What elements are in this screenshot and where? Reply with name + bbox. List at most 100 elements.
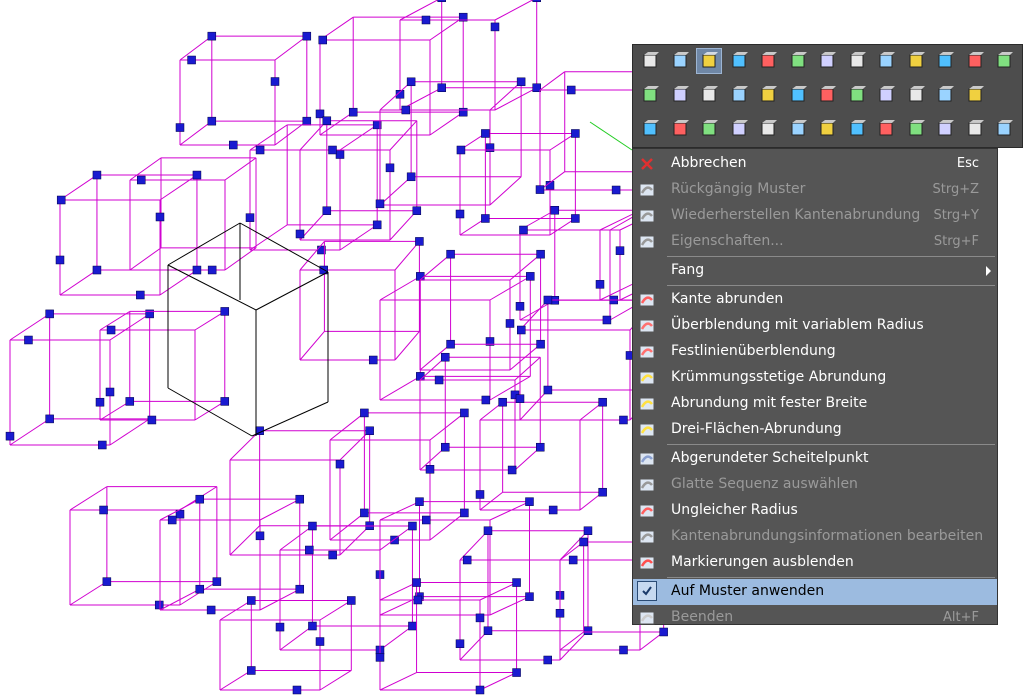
- view-3d-alt-button[interactable]: [873, 82, 899, 108]
- edge-handle[interactable]: [247, 666, 256, 675]
- edge-handle[interactable]: [136, 290, 145, 300]
- edge-handle[interactable]: [583, 526, 593, 535]
- menu-item-kantenabrundungsinformationen-bearbeiten[interactable]: Kantenabrundungsinformationen bearbeiten: [633, 524, 997, 550]
- edge-handle[interactable]: [302, 31, 312, 41]
- edge-handle[interactable]: [615, 246, 625, 255]
- edge-handle[interactable]: [611, 185, 621, 195]
- view-back-button[interactable]: [755, 82, 781, 108]
- view-iso-button[interactable]: [637, 82, 663, 108]
- edge-handle[interactable]: [55, 255, 65, 265]
- edge-handle[interactable]: [302, 116, 312, 126]
- edge-handle[interactable]: [412, 206, 422, 215]
- edge-handle[interactable]: [207, 116, 217, 126]
- grid-button[interactable]: [696, 116, 722, 142]
- edge-handle[interactable]: [490, 22, 500, 32]
- edge-handle[interactable]: [154, 600, 164, 610]
- edge-handle[interactable]: [441, 352, 450, 362]
- edge-handle[interactable]: [437, 0, 446, 3]
- wire-box[interactable]: [379, 501, 530, 616]
- menu-item-rückgängig-muster[interactable]: Rückgängig Muster Strg+Z: [633, 177, 997, 203]
- edge-handle[interactable]: [550, 205, 560, 215]
- edge-handle[interactable]: [481, 214, 490, 223]
- edge-handle[interactable]: [207, 31, 217, 41]
- edge-handle[interactable]: [481, 395, 491, 405]
- edge-handle[interactable]: [328, 145, 337, 155]
- edge-handle[interactable]: [95, 397, 105, 407]
- render-button[interactable]: [785, 48, 811, 74]
- edge-handle[interactable]: [483, 526, 493, 535]
- edge-handle[interactable]: [24, 335, 33, 345]
- wire-box[interactable]: [69, 486, 218, 606]
- dimension-button[interactable]: [667, 116, 693, 142]
- edge-handle[interactable]: [229, 140, 238, 150]
- edge-handle[interactable]: [360, 508, 369, 518]
- normal-button[interactable]: [962, 82, 988, 108]
- edge-handle[interactable]: [579, 537, 588, 547]
- menu-item-glatte-sequenz-auswählen[interactable]: Glatte Sequenz auswählen: [633, 472, 997, 498]
- edge-handle[interactable]: [308, 621, 317, 631]
- edge-handle[interactable]: [571, 214, 580, 223]
- select-arrow-button[interactable]: [637, 48, 663, 74]
- edge-handle[interactable]: [192, 265, 202, 275]
- wire-box[interactable]: [179, 35, 308, 146]
- menu-item-drei-flächen-abrundung[interactable]: Drei-Flächen-Abrundung: [633, 417, 997, 443]
- edge-handle[interactable]: [595, 280, 605, 289]
- section-button[interactable]: [903, 82, 929, 108]
- axis-button[interactable]: [726, 116, 752, 142]
- edge-handle[interactable]: [360, 408, 369, 418]
- perspective-button[interactable]: [814, 48, 840, 74]
- edge-handle[interactable]: [305, 545, 314, 555]
- edge-handle[interactable]: [475, 490, 485, 499]
- edge-handle[interactable]: [56, 195, 66, 205]
- edge-handle[interactable]: [372, 220, 382, 230]
- edge-handle[interactable]: [415, 497, 424, 506]
- edge-handle[interactable]: [462, 555, 472, 565]
- edge-handle[interactable]: [155, 212, 165, 222]
- edge-handle[interactable]: [308, 521, 317, 531]
- edge-handle[interactable]: [619, 415, 628, 425]
- edge-handle[interactable]: [255, 145, 265, 155]
- edge-handle[interactable]: [425, 465, 435, 474]
- edge-handle[interactable]: [512, 578, 521, 587]
- edge-handle[interactable]: [543, 295, 553, 305]
- edge-handle[interactable]: [455, 209, 465, 219]
- wire-box[interactable]: [379, 81, 522, 206]
- view-right-button[interactable]: [726, 82, 752, 108]
- edge-handle[interactable]: [45, 309, 54, 319]
- edge-handle[interactable]: [292, 685, 302, 695]
- edge-handle[interactable]: [515, 302, 525, 311]
- edge-handle[interactable]: [368, 355, 378, 365]
- fillet-star-button[interactable]: [637, 116, 663, 142]
- menu-item-krümmungsstetige-abrundung[interactable]: Krümmungsstetige Abrundung: [633, 365, 997, 391]
- edge-handle[interactable]: [335, 459, 345, 469]
- edge-handle[interactable]: [295, 494, 305, 504]
- edge-handle[interactable]: [446, 249, 455, 259]
- pointer-tool-button[interactable]: [962, 116, 988, 142]
- edge-handle[interactable]: [505, 319, 515, 328]
- edge-handle[interactable]: [207, 265, 217, 275]
- edge-handle[interactable]: [517, 325, 526, 335]
- view-front-button[interactable]: [667, 82, 693, 108]
- inspect-button[interactable]: [844, 48, 870, 74]
- menu-item-auf-muster-anwenden[interactable]: Auf Muster anwenden: [633, 579, 997, 605]
- edge-handle[interactable]: [571, 129, 580, 138]
- edge-handle[interactable]: [532, 0, 541, 3]
- edge-handle[interactable]: [498, 397, 507, 407]
- edge-handle[interactable]: [434, 375, 444, 385]
- edge-handle[interactable]: [187, 55, 196, 65]
- paint-button[interactable]: [932, 116, 958, 142]
- edge-handle[interactable]: [408, 621, 417, 631]
- edge-handle[interactable]: [175, 123, 185, 132]
- edge-handle[interactable]: [255, 531, 265, 541]
- wire-box[interactable]: [99, 310, 226, 421]
- view-left-button[interactable]: [785, 82, 811, 108]
- wire-box[interactable]: [479, 401, 604, 511]
- wire-box[interactable]: [379, 275, 531, 401]
- edge-handle[interactable]: [460, 408, 469, 418]
- menu-item-markierungen-ausblenden[interactable]: Markierungen ausblenden: [633, 550, 997, 576]
- snap-box-button[interactable]: [755, 116, 781, 142]
- edge-handle[interactable]: [220, 397, 230, 406]
- edge-handle[interactable]: [322, 116, 332, 125]
- wire-box[interactable]: [419, 253, 542, 371]
- edge-handle[interactable]: [525, 592, 534, 601]
